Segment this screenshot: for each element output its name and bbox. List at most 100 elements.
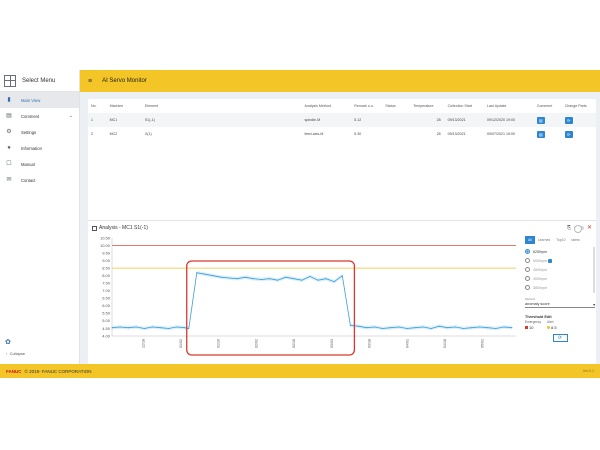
col-header: Collection Start (447, 104, 472, 108)
info-icon: ● (7, 145, 11, 151)
sidebar-item-main-view[interactable]: ▮ Main View (0, 92, 79, 108)
col-header: Change Parts (564, 104, 587, 108)
cell-method: feed-axis-M (301, 127, 352, 141)
cell-element: S1(-1) (141, 113, 302, 127)
sidebar-item-label: Information (21, 145, 42, 151)
tab-top10[interactable]: Top10 (553, 236, 568, 244)
manual-icon: ☐ (6, 161, 12, 167)
alert-label: Alert (547, 320, 554, 324)
col-header: Comment (536, 104, 553, 108)
y-tick-label: 8.00 (102, 273, 111, 278)
data-point (143, 327, 145, 329)
sidebar-item-comment[interactable]: ▤ Comment ⌄ (0, 108, 79, 124)
comment-button-icon[interactable]: ▤ (536, 130, 545, 138)
apply-threshold-button[interactable]: ⟳ (552, 334, 568, 342)
threshold-title: Threshold Edit (525, 315, 552, 319)
cell-temperature: 28 (410, 127, 445, 141)
collapse-button[interactable]: ‹ Collapse (6, 351, 25, 356)
comment-button-icon[interactable]: ▤ (536, 116, 545, 124)
data-point (285, 276, 287, 278)
data-point (357, 325, 359, 327)
tab-latest[interactable]: latest (568, 236, 582, 244)
col-header: Temperature (413, 104, 434, 108)
cell-start: 09/13/2021 (444, 113, 484, 127)
refresh-icon: ⟳ (557, 335, 563, 341)
data-point (159, 327, 161, 329)
data-point (406, 327, 408, 329)
sidebar-item-settings[interactable]: ⚙ Settings (0, 124, 79, 140)
close-icon[interactable]: ✕ (587, 224, 592, 231)
x-tick-label: 04/18 (443, 339, 447, 348)
x-tick-label: 12/18 (141, 339, 145, 348)
data-point (438, 325, 440, 327)
speed-option[interactable]: 6250rpm (525, 247, 593, 256)
y-tick-label: 5.50 (102, 311, 111, 316)
speed-option[interactable]: 4000rpm (525, 274, 593, 283)
data-point (309, 275, 311, 277)
speed-option-label: 5000rpm (533, 258, 548, 263)
data-point (111, 327, 113, 329)
y-tick-label: 9.50 (102, 250, 111, 255)
data-point (414, 327, 416, 329)
col-header: Last Update (486, 104, 507, 108)
data-point (349, 324, 351, 326)
data-point (333, 281, 335, 283)
mail-icon: ✉ (6, 177, 12, 183)
machine-table: No. Machine Element Analysis Method Rema… (88, 99, 596, 141)
sidebar-item-manual[interactable]: ☐ Manual (0, 156, 79, 172)
radio-icon (525, 267, 530, 272)
app-frame: Select Menu ▮ Main View ▤ Comment ⌄ ⚙ Se… (0, 70, 600, 378)
data-point (317, 279, 319, 281)
page-title: AI Servo Monitor (102, 78, 147, 84)
change-parts-button-icon[interactable]: ⟳ (564, 130, 573, 138)
tab-learned[interactable]: Learned (535, 236, 553, 244)
data-point (487, 327, 489, 329)
table-row[interactable]: 1 MC1 S1(-1) spindle-M 5.12 28 09/13/202… (88, 113, 596, 127)
data-point (293, 278, 295, 280)
radio-icon (525, 276, 530, 281)
view-toggle[interactable] (573, 224, 584, 233)
chevron-down-icon: ⌄ (68, 113, 73, 119)
data-point (454, 326, 456, 328)
method-select[interactable]: anomaly score ▾ (525, 301, 595, 308)
cell-element: X(1) (141, 127, 302, 141)
speed-option-list[interactable]: 6250rpm 5000rpm 4500rpm 4000rpm 3800rpm (525, 247, 595, 293)
collapse-label: Collapse (9, 351, 26, 356)
data-point (204, 273, 206, 275)
gear-icon: ⚙ (6, 129, 12, 135)
hamburger-menu-icon[interactable]: ≡ (88, 78, 92, 85)
export-icon[interactable]: ⎘ (567, 225, 571, 231)
emergency-color-icon (525, 326, 528, 329)
sidebar: Select Menu ▮ Main View ▤ Comment ⌄ ⚙ Se… (0, 70, 80, 364)
alert-threshold-field[interactable]: 8.5 (547, 325, 569, 330)
data-point (184, 327, 186, 329)
data-point (168, 327, 170, 329)
change-parts-button-icon[interactable]: ⟳ (564, 116, 573, 124)
table-row[interactable]: 2 MC2 X(1) feed-axis-M 5.30 28 09/13/202… (88, 127, 596, 141)
y-tick-label: 5.00 (102, 318, 111, 323)
col-header: Status (385, 104, 396, 108)
speed-option[interactable]: 3800rpm (525, 283, 593, 292)
tab-all[interactable]: All (525, 236, 535, 244)
cell-machine: MC2 (106, 127, 142, 141)
data-point (244, 276, 246, 278)
data-point (398, 326, 400, 328)
sidebar-item-contact[interactable]: ✉ Contact (0, 172, 79, 188)
data-point (301, 279, 303, 281)
sidebar-item-label: Settings (21, 129, 37, 135)
x-tick-label: 05/01 (481, 339, 485, 348)
copyright-text: © 2019- FANUC CORPORATION (24, 368, 92, 374)
cell-update: 09/07/2021 19:00 (483, 127, 534, 141)
emergency-threshold-field[interactable]: 10 (525, 325, 547, 330)
y-tick-label: 10.50 (100, 235, 111, 240)
data-point (119, 326, 121, 328)
speed-option[interactable]: 5000rpm (525, 256, 593, 265)
settings-gear-icon[interactable]: ✿ (5, 338, 11, 346)
x-tick-label: 02/18 (292, 339, 296, 348)
data-point (511, 327, 513, 329)
data-point (430, 327, 432, 329)
speed-option[interactable]: 4500rpm (525, 265, 593, 274)
y-tick-label: 9.00 (102, 258, 111, 263)
info-icon (548, 258, 553, 263)
sidebar-item-information[interactable]: ● Information (0, 140, 79, 156)
